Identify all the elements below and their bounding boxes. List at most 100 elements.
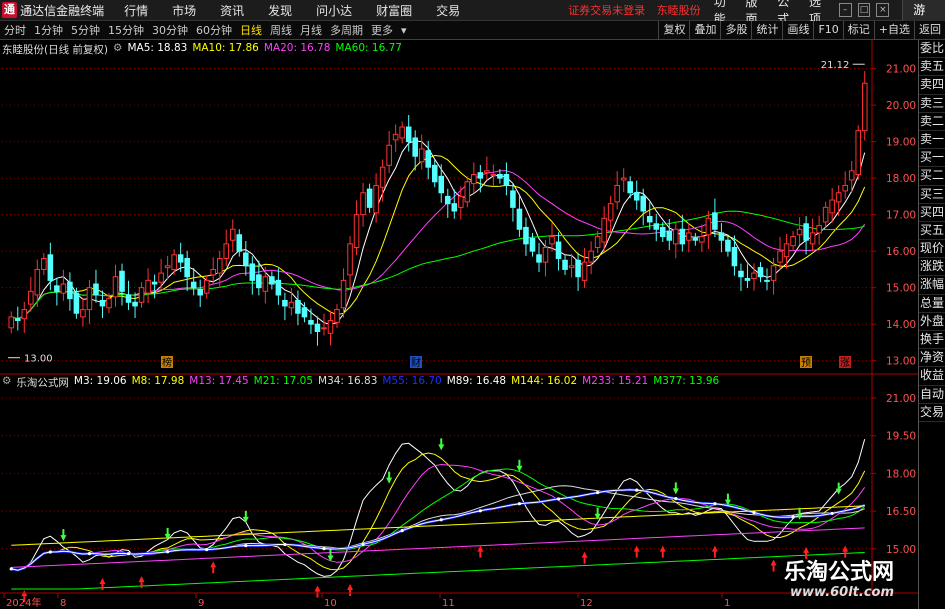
sidebar-cell[interactable]: 交易 — [919, 404, 945, 422]
main-tick-label: 15.00 — [886, 283, 916, 295]
candle-body — [692, 237, 699, 241]
menu-item-wenxiaoda[interactable]: 问小达 — [304, 2, 364, 19]
guest-button[interactable]: 游客 — [902, 0, 945, 38]
m89-dot — [48, 550, 52, 554]
period-15min[interactable]: 15分钟 — [104, 22, 148, 38]
candle-body — [125, 294, 132, 303]
sidebar-cell[interactable]: 涨幅 — [919, 276, 945, 295]
candle-body — [444, 195, 451, 205]
close-icon[interactable]: × — [876, 3, 890, 17]
candle-body — [510, 190, 516, 208]
sidebar-cell[interactable]: 涨跌 — [919, 258, 945, 277]
m3-value: M3: 19.06 — [73, 375, 127, 387]
period-multi[interactable]: 多周期 — [326, 22, 367, 38]
sidebar-cell[interactable]: 买三 — [919, 186, 945, 204]
candle-body — [425, 150, 432, 168]
candle-body — [855, 130, 862, 175]
period-30min[interactable]: 30分钟 — [148, 22, 192, 38]
sell-arrow-icon — [672, 482, 679, 495]
chart-area[interactable]: 21.00 20.00 19.00 18.00 17.00 16.00 15.00 14.00… — [0, 40, 918, 609]
period-monthly[interactable]: 月线 — [296, 22, 326, 38]
sidebar-cell[interactable]: 卖四 — [919, 76, 945, 95]
m21-value: M21: 17.05 — [253, 375, 314, 387]
menu-item-zixun[interactable]: 资讯 — [208, 2, 256, 19]
m233-line — [11, 527, 865, 568]
candle-body — [67, 281, 73, 300]
sidebar-cell[interactable]: 总量 — [919, 295, 945, 313]
sidebar-cell[interactable]: 买一 — [919, 149, 945, 168]
menu-item-jiaoyi[interactable]: 交易 — [424, 2, 472, 19]
tb-biaoji-button[interactable]: 标记 — [842, 21, 874, 39]
sidebar-cell[interactable]: 自动 — [919, 386, 945, 404]
m89-dot — [830, 511, 834, 516]
tb-tongji-button[interactable]: 统计 — [751, 21, 782, 39]
main-tick-label: 18.00 — [886, 173, 916, 185]
m89-dot — [283, 542, 287, 547]
candle-body — [190, 281, 197, 289]
sidebar-cell[interactable]: 委比 — [919, 40, 945, 59]
period-daily[interactable]: 日线 — [236, 22, 266, 38]
candle-body — [555, 241, 562, 259]
period-more[interactable]: 更多 — [367, 22, 397, 38]
sidebar-cell[interactable]: 换手 — [919, 331, 945, 350]
tb-huaxian-button[interactable]: 画线 — [782, 21, 813, 39]
period-60min[interactable]: 60分钟 — [192, 22, 236, 38]
candle-body — [392, 133, 399, 141]
candle-body — [373, 184, 379, 214]
sidebar-cell[interactable]: 净资 — [919, 349, 945, 368]
tb-diejia-button[interactable]: 叠加 — [689, 21, 720, 39]
stock-period-label: 东睦股份(日线 前复权) — [2, 44, 109, 56]
candle-body — [229, 228, 236, 241]
marker-bang: 榜 — [162, 356, 172, 369]
sidebar-cell[interactable]: 收益 — [919, 367, 945, 386]
tb-fuquan-button[interactable]: 复权 — [658, 21, 689, 39]
tb-add-watchlist-button[interactable]: +自选 — [873, 21, 914, 39]
sidebar-cell[interactable]: 买四 — [919, 204, 945, 222]
sidebar-cell[interactable]: 卖三 — [919, 95, 945, 113]
period-1min[interactable]: 1分钟 — [30, 22, 67, 38]
event-markers: 21.12 13.00 榜 财 预 涨 — [8, 60, 865, 369]
trade-login-notice[interactable]: 证券交易未登录 东睦股份 — [568, 2, 709, 18]
sidebar-cell[interactable]: 外盘 — [919, 313, 945, 331]
m144-line — [11, 505, 865, 546]
period-5min[interactable]: 5分钟 — [67, 22, 104, 38]
candle-body — [588, 250, 594, 263]
sidebar-cell[interactable]: 卖五 — [919, 58, 945, 77]
buy-arrow-icon — [314, 585, 321, 598]
menu-item-faxian[interactable]: 发现 — [256, 2, 304, 19]
candle-body — [718, 232, 725, 241]
minimize-icon[interactable]: – — [838, 3, 852, 17]
sidebar-cell[interactable]: 卖二 — [919, 113, 945, 131]
period-fenshi[interactable]: 分时 — [0, 22, 30, 38]
maximize-icon[interactable]: □ — [857, 3, 871, 17]
candle-body — [738, 270, 744, 278]
tb-f10-button[interactable]: F10 — [813, 21, 842, 39]
sell-arrow-icon — [386, 471, 393, 484]
menu-item-hangqing[interactable]: 行情 — [112, 2, 160, 19]
candle-body — [757, 267, 764, 278]
sidebar-cell[interactable]: 现价 — [919, 240, 945, 259]
candle-body — [236, 234, 243, 252]
tb-back-button[interactable]: 返回 — [914, 21, 945, 39]
marker-zhang: 涨 — [840, 357, 850, 369]
sidebar-cell[interactable]: 卖一 — [919, 131, 945, 150]
sub-tick-label: 21.00 — [886, 393, 916, 405]
period-weekly[interactable]: 周线 — [266, 22, 296, 38]
menu-item-shichang[interactable]: 市场 — [160, 2, 208, 19]
toolbar-right: 复权 叠加 多股 统计 画线 F10 标记 +自选 返回 — [658, 21, 945, 39]
candle-body — [848, 170, 855, 181]
m377-line — [11, 552, 865, 590]
chevron-down-icon[interactable]: ▾ — [397, 24, 411, 37]
tb-duogu-button[interactable]: 多股 — [720, 21, 751, 39]
candle-body — [366, 188, 373, 208]
sidebar-cell[interactable]: 买二 — [919, 167, 945, 186]
sidebar-cell[interactable]: 买五 — [919, 222, 945, 241]
menu-item-caifuquan[interactable]: 财富圈 — [364, 2, 424, 19]
candle-body — [216, 257, 223, 274]
main-pane-label: 东睦股份(日线 前复权) ⚙ MA5: 18.83 MA10: 17.86 MA… — [2, 42, 407, 57]
candle-body — [210, 268, 217, 276]
settings-gear-icon[interactable]: ⚙ — [2, 375, 11, 390]
m89-dot — [478, 509, 482, 513]
settings-gear-icon[interactable]: ⚙ — [113, 42, 122, 57]
m89-dot — [713, 502, 717, 506]
